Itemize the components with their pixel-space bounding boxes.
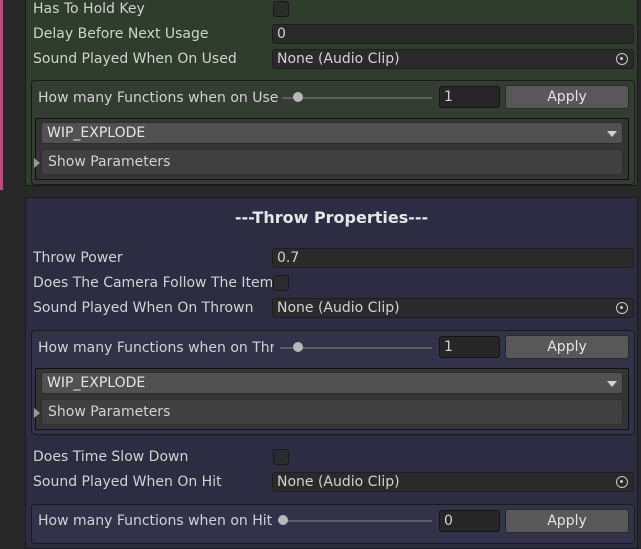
hit-apply-button[interactable]: Apply [505,509,629,533]
used-show-parameters-foldout[interactable]: Show Parameters [34,149,623,175]
used-function-dropdown[interactable]: WIP_EXPLODE [41,122,623,144]
used-function-dropdown-value: WIP_EXPLODE [47,125,146,141]
thrown-show-parameters-label: Show Parameters [48,404,171,420]
sound-thrown-field[interactable]: None (Audio Clip) [272,298,634,318]
throw-power-label: Throw Power [33,250,123,266]
thrown-show-parameters-foldout[interactable]: Show Parameters [34,399,623,425]
side-accent-bar [0,0,3,190]
thrown-functions-slider-knob[interactable] [293,342,303,352]
has-to-hold-key-checkbox[interactable] [273,1,289,17]
used-apply-button[interactable]: Apply [505,85,629,109]
used-functions-slider-knob[interactable] [293,92,303,102]
used-functions-label: How many Functions when on Used [38,90,278,106]
sound-thrown-label: Sound Played When On Thrown [33,300,254,316]
used-functions-slider-track[interactable] [282,97,432,99]
object-picker-icon[interactable] [616,302,628,314]
hit-functions-count-field[interactable]: 0 [439,510,500,532]
thrown-function-dropdown-value: WIP_EXPLODE [47,375,146,391]
foldout-arrow-icon[interactable] [34,158,40,168]
sound-used-label: Sound Played When On Used [33,51,237,67]
hit-functions-slider-track[interactable] [280,520,432,522]
time-slow-label: Does Time Slow Down [33,449,189,465]
throw-power-field[interactable]: 0.7 [272,248,634,268]
chevron-down-icon [607,131,617,137]
used-show-parameters-label: Show Parameters [48,154,171,170]
thrown-apply-button[interactable]: Apply [505,335,629,359]
time-slow-checkbox[interactable] [273,449,289,465]
throw-properties-header: ---Throw Properties--- [234,208,429,227]
thrown-functions-count-field[interactable]: 1 [439,336,500,358]
foldout-arrow-icon[interactable] [34,408,40,418]
used-functions-count-field[interactable]: 1 [439,86,500,108]
delay-label: Delay Before Next Usage [33,26,209,42]
camera-follow-label: Does The Camera Follow The Item [33,275,272,291]
object-picker-icon[interactable] [616,53,628,65]
sound-used-value: None (Audio Clip) [277,51,400,67]
chevron-down-icon [607,381,617,387]
thrown-function-dropdown[interactable]: WIP_EXPLODE [41,372,623,394]
object-picker-icon[interactable] [616,476,628,488]
camera-follow-checkbox[interactable] [273,275,289,291]
delay-field[interactable]: 0 [272,24,634,44]
hit-functions-label: How many Functions when on Hit [38,513,273,529]
sound-hit-label: Sound Played When On Hit [33,474,222,490]
sound-used-field[interactable]: None (Audio Clip) [272,49,634,69]
sound-hit-value: None (Audio Clip) [277,474,400,490]
has-to-hold-key-label: Has To Hold Key [33,1,145,17]
thrown-functions-label: How many Functions when on Thrown [38,340,274,356]
sound-hit-field[interactable]: None (Audio Clip) [272,472,634,492]
hit-functions-slider-knob[interactable] [278,515,288,525]
sound-thrown-value: None (Audio Clip) [277,300,400,316]
